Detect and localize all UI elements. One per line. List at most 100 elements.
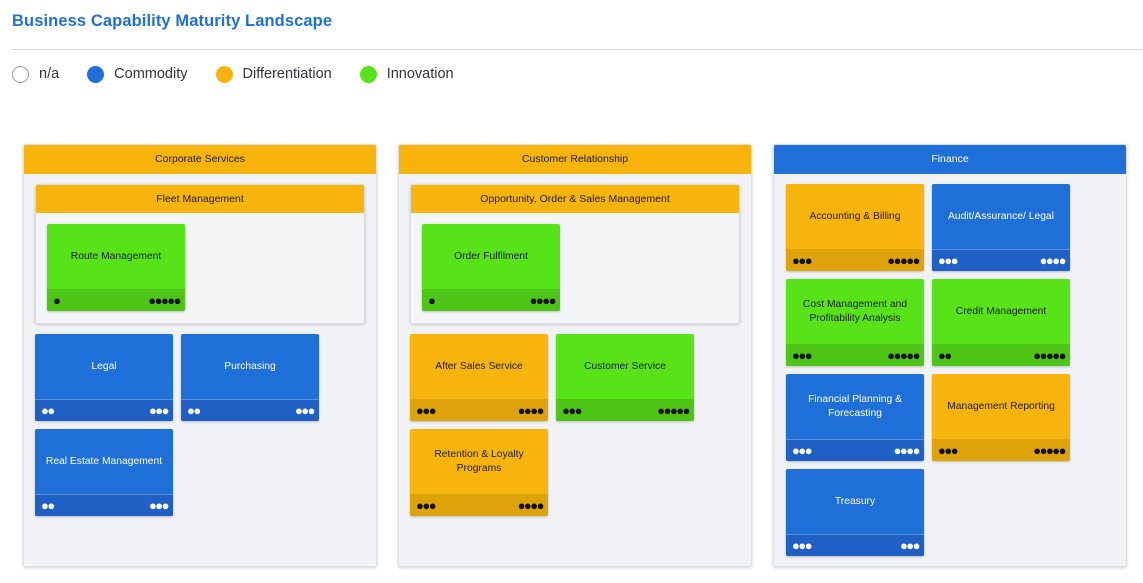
card-label: Order Fulfilment <box>454 250 528 262</box>
target-maturity-dots: ●●●●● <box>887 347 920 363</box>
title-divider <box>12 49 1143 50</box>
target-maturity-dots: ●●● <box>294 403 316 418</box>
card-label: Credit Management <box>955 305 1047 317</box>
innovation-dot-icon <box>359 65 377 83</box>
current-maturity-dots: ●● <box>41 498 55 513</box>
card-label: After Sales Service <box>435 360 523 372</box>
current-maturity-dots: ● <box>428 292 436 308</box>
card-legal[interactable]: Legal ●● ●●● <box>35 334 173 421</box>
legend-item-innovation[interactable]: Innovation <box>359 65 454 83</box>
target-maturity-dots: ●●●● <box>893 443 921 458</box>
card-maturity-footer: ●● ●●● <box>181 399 319 421</box>
current-maturity-dots: ●●● <box>416 497 437 513</box>
card-maturity-footer: ●●● ●●●● <box>786 439 924 461</box>
legend-label-commodity: Commodity <box>114 66 188 82</box>
current-maturity-dots: ● <box>53 292 61 308</box>
group-header-fleet-management[interactable]: Fleet Management <box>36 185 364 213</box>
current-maturity-dots: ●●● <box>938 253 959 268</box>
page-title: Business Capability Maturity Landscape <box>12 12 333 30</box>
card-credit-management[interactable]: Credit Management ●● ●●●●● <box>932 279 1070 366</box>
domain-header-customer-relationship[interactable]: Customer Relationship <box>399 145 751 174</box>
card-management-reporting[interactable]: Management Reporting ●●● ●●●●● <box>932 374 1070 461</box>
target-maturity-dots: ●●●●● <box>887 252 920 268</box>
card-label: Customer Service <box>584 360 666 372</box>
card-cost-management-profitability[interactable]: Cost Management and Profitability Analys… <box>786 279 924 366</box>
na-dot-icon <box>12 65 29 83</box>
domain-corporate-services: Corporate Services Fleet Management Rout… <box>23 144 377 567</box>
card-maturity-footer: ●●● ●●●● <box>410 399 548 421</box>
commodity-dot-icon <box>87 65 105 83</box>
card-maturity-footer: ●●● ●●● <box>786 534 924 556</box>
target-maturity-dots: ●●● <box>899 538 921 553</box>
card-maturity-footer: ●●● ●●●● <box>932 249 1070 271</box>
card-label: Purchasing <box>224 360 276 372</box>
card-financial-planning-forecasting[interactable]: Financial Planning & Forecasting ●●● ●●●… <box>786 374 924 461</box>
legend: n/a Commodity Differentiation Innovation <box>12 63 482 85</box>
card-maturity-footer: ●●● ●●●● <box>410 494 548 516</box>
legend-label-na: n/a <box>39 66 60 82</box>
card-maturity-footer: ●● ●●● <box>35 399 173 421</box>
card-label: Cost Management and Profitability Analys… <box>802 299 908 324</box>
card-audit-assurance-legal[interactable]: Audit/Assurance/ Legal ●●● ●●●● <box>932 184 1070 271</box>
card-maturity-footer: ●● ●●● <box>35 494 173 516</box>
target-maturity-dots: ●●●●● <box>1033 442 1066 458</box>
target-maturity-dots: ●●●● <box>529 292 557 308</box>
current-maturity-dots: ●●● <box>938 442 959 458</box>
target-maturity-dots: ●●●● <box>1039 253 1067 268</box>
legend-item-commodity[interactable]: Commodity <box>87 65 188 83</box>
target-maturity-dots: ●●●● <box>517 497 545 513</box>
card-treasury[interactable]: Treasury ●●● ●●● <box>786 469 924 556</box>
card-retention-loyalty-programs[interactable]: Retention & Loyalty Programs ●●● ●●●● <box>410 429 548 516</box>
group-fleet-management: Fleet Management Route Management ● ●●●●… <box>35 184 365 324</box>
card-customer-service[interactable]: Customer Service ●●● ●●●●● <box>556 334 694 421</box>
current-maturity-dots: ●●● <box>792 443 813 458</box>
current-maturity-dots: ●●● <box>562 402 583 418</box>
card-accounting-billing[interactable]: Accounting & Billing ●●● ●●●●● <box>786 184 924 271</box>
current-maturity-dots: ●●● <box>792 252 813 268</box>
card-maturity-footer: ●●● ●●●●● <box>786 344 924 366</box>
current-maturity-dots: ●● <box>41 403 55 418</box>
current-maturity-dots: ●● <box>938 347 952 363</box>
card-maturity-footer: ●●● ●●●●● <box>932 439 1070 461</box>
current-maturity-dots: ●●● <box>792 347 813 363</box>
target-maturity-dots: ●●●●● <box>148 292 181 308</box>
card-label: Real Estate Management <box>45 455 163 467</box>
card-maturity-footer: ●● ●●●●● <box>932 344 1070 366</box>
target-maturity-dots: ●●●●● <box>1033 347 1066 363</box>
target-maturity-dots: ●●●●● <box>657 402 690 418</box>
group-header-opportunity-order-sales[interactable]: Opportunity, Order & Sales Management <box>411 185 739 213</box>
card-label: Retention & Loyalty Programs <box>434 449 524 474</box>
card-maturity-footer: ●●● ●●●●● <box>786 249 924 271</box>
card-real-estate-management[interactable]: Real Estate Management ●● ●●● <box>35 429 173 516</box>
target-maturity-dots: ●●● <box>148 403 170 418</box>
card-route-management[interactable]: Route Management ● ●●●●● <box>47 224 185 311</box>
target-maturity-dots: ●●● <box>148 498 170 513</box>
card-order-fulfilment[interactable]: Order Fulfilment ● ●●●● <box>422 224 560 311</box>
card-maturity-footer: ● ●●●● <box>422 289 560 311</box>
domain-header-corporate-services[interactable]: Corporate Services <box>24 145 376 174</box>
legend-item-differentiation[interactable]: Differentiation <box>215 65 332 83</box>
legend-item-na[interactable]: n/a <box>12 65 60 83</box>
card-label: Legal <box>91 360 117 372</box>
card-maturity-footer: ●●● ●●●●● <box>556 399 694 421</box>
domain-header-finance[interactable]: Finance <box>774 145 1126 174</box>
legend-label-differentiation: Differentiation <box>242 66 332 82</box>
current-maturity-dots: ●● <box>187 403 201 418</box>
card-purchasing[interactable]: Purchasing ●● ●●● <box>181 334 319 421</box>
card-label: Audit/Assurance/ Legal <box>948 210 1054 222</box>
card-label: Route Management <box>70 250 162 262</box>
card-label: Financial Planning & Forecasting <box>808 394 902 419</box>
differentiation-dot-icon <box>215 65 233 83</box>
card-label: Treasury <box>834 495 876 507</box>
target-maturity-dots: ●●●● <box>517 402 545 418</box>
current-maturity-dots: ●●● <box>792 538 813 553</box>
group-opportunity-order-sales: Opportunity, Order & Sales Management Or… <box>410 184 740 324</box>
domain-customer-relationship: Customer Relationship Opportunity, Order… <box>398 144 752 567</box>
legend-label-innovation: Innovation <box>386 66 454 82</box>
card-label: Accounting & Billing <box>809 210 901 222</box>
card-label: Management Reporting <box>947 400 1055 412</box>
current-maturity-dots: ●●● <box>416 402 437 418</box>
card-after-sales-service[interactable]: After Sales Service ●●● ●●●● <box>410 334 548 421</box>
card-maturity-footer: ● ●●●●● <box>47 289 185 311</box>
domain-finance: Finance Accounting & Billing ●●● ●●●●● A… <box>773 144 1127 567</box>
